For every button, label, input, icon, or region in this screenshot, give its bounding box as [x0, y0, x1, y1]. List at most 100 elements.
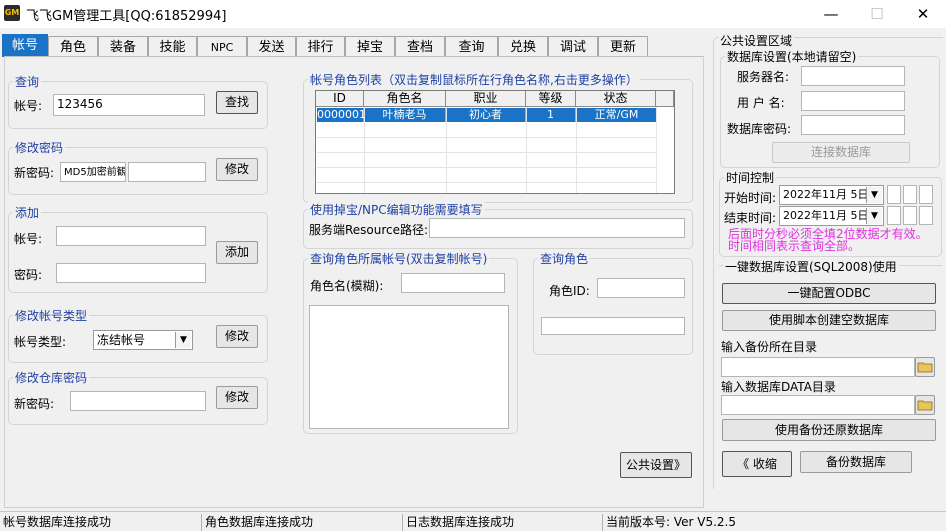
chevron-down-icon: ▼ [866, 208, 882, 224]
tab-exchange[interactable]: 兑换 [498, 36, 548, 57]
start-time-label: 开始时间: [724, 191, 777, 205]
warehouse-password-input[interactable] [70, 391, 206, 411]
change-password-group-label: 修改密码 [13, 139, 66, 156]
add-button[interactable]: 添加 [216, 241, 258, 264]
public-settings-button[interactable]: 公共设置》 [620, 452, 692, 478]
tab-skill[interactable]: 技能 [148, 36, 197, 57]
end-time-label: 结束时间: [724, 211, 777, 225]
config-odbc-button[interactable]: 一键配置ODBC [722, 283, 936, 304]
add-account-input[interactable] [56, 226, 206, 246]
role-id-label: 角色ID: [549, 284, 590, 298]
account-search-input[interactable]: 123456 [53, 94, 205, 116]
restore-db-button[interactable]: 使用备份还原数据库 [722, 419, 936, 441]
end-date-picker[interactable]: 2022年11月 5日 ▼ [779, 206, 884, 226]
column-header-level[interactable]: 等级 [526, 91, 576, 107]
backup-dir-label: 输入备份所在目录 [721, 340, 818, 354]
tab-debug[interactable]: 调试 [548, 36, 598, 57]
title-bar: GM 飞飞GM管理工具[QQ:61852994] — ☐ ✕ [0, 0, 946, 28]
new-password-label: 新密码: [14, 166, 55, 180]
start-second-input[interactable] [919, 185, 933, 204]
change-password-button[interactable]: 修改 [216, 158, 258, 181]
collapse-button[interactable]: 《 收缩 [722, 451, 792, 477]
grid-line [317, 152, 657, 153]
connect-db-button[interactable]: 连接数据库 [772, 142, 910, 163]
username-label: 用 户 名: [737, 96, 785, 110]
status-account-db: 帐号数据库连接成功 [0, 514, 202, 531]
tab-query[interactable]: 查询 [445, 36, 498, 57]
role-list-grid[interactable]: ID 角色名 职业 等级 状态 0000001 叶楠老马 初心者 1 正常/GM [315, 90, 675, 194]
status-log-db: 日志数据库连接成功 [403, 514, 603, 531]
end-second-input[interactable] [919, 206, 933, 225]
column-header-job[interactable]: 职业 [446, 91, 526, 107]
role-name-fuzzy-input[interactable] [401, 273, 505, 293]
tab-send[interactable]: 发送 [247, 36, 296, 57]
grid-line [364, 107, 365, 193]
server-name-input[interactable] [801, 66, 905, 86]
query-role-account-group-label: 查询角色所属帐号(双击复制帐号) [308, 250, 490, 267]
time-note-same: 时间相同表示查询全部。 [728, 239, 861, 253]
grid-line [656, 107, 657, 193]
add-password-input[interactable] [56, 263, 206, 283]
browse-data-dir-button[interactable] [915, 395, 935, 415]
end-hour-input[interactable] [887, 206, 901, 225]
start-date-picker[interactable]: 2022年11月 5日 ▼ [779, 185, 884, 205]
tab-rank[interactable]: 排行 [296, 36, 345, 57]
account-type-select[interactable]: 冻结帐号 ▼ [93, 330, 193, 350]
account-type-group-label: 修改帐号类型 [13, 307, 90, 324]
tab-archive[interactable]: 查档 [395, 36, 445, 57]
role-query-result-input[interactable] [541, 317, 685, 335]
grid-line [446, 107, 447, 193]
data-dir-input[interactable] [721, 395, 915, 415]
tab-drop[interactable]: 掉宝 [345, 36, 395, 57]
new-password-hash-input[interactable] [128, 162, 206, 182]
maximize-button[interactable]: ☐ [854, 0, 900, 28]
query-role-group: 查询角色 [533, 250, 693, 355]
column-header-filler [656, 91, 674, 107]
start-minute-input[interactable] [903, 185, 917, 204]
column-header-id[interactable]: ID [316, 91, 364, 107]
onekey-db-group-label: 一键数据库设置(SQL2008)使用 [723, 258, 899, 275]
table-row[interactable]: 0000001 叶楠老马 初心者 1 正常/GM [317, 108, 657, 122]
grid-line [317, 167, 657, 168]
username-input[interactable] [801, 91, 905, 111]
tab-role[interactable]: 角色 [48, 36, 98, 57]
status-role-db: 角色数据库连接成功 [202, 514, 403, 531]
column-header-status[interactable]: 状态 [576, 91, 656, 107]
minimize-button[interactable]: — [808, 0, 854, 28]
cell-level: 1 [526, 108, 576, 122]
folder-icon [917, 362, 933, 373]
query-role-group-label: 查询角色 [538, 250, 591, 267]
find-button[interactable]: 查找 [216, 91, 258, 114]
grid-line [526, 107, 527, 193]
change-account-type-button[interactable]: 修改 [216, 325, 258, 348]
app-icon: GM [4, 5, 20, 21]
close-button[interactable]: ✕ [900, 0, 946, 28]
tab-account[interactable]: 帐号 [2, 34, 48, 57]
status-bar: 帐号数据库连接成功 角色数据库连接成功 日志数据库连接成功 当前版本号: Ver… [0, 511, 946, 531]
window-title: 飞飞GM管理工具[QQ:61852994] [26, 9, 227, 24]
change-warehouse-password-button[interactable]: 修改 [216, 386, 258, 409]
cell-job: 初心者 [446, 108, 526, 122]
tab-npc[interactable]: NPC [197, 36, 247, 57]
resource-path-input[interactable] [429, 218, 685, 238]
tab-update[interactable]: 更新 [598, 36, 648, 57]
column-header-name[interactable]: 角色名 [364, 91, 446, 107]
backup-dir-input[interactable] [721, 357, 915, 377]
account-label: 帐号: [14, 99, 43, 113]
grid-line [317, 182, 657, 183]
end-minute-input[interactable] [903, 206, 917, 225]
new-password-input[interactable]: MD5加密前観 [60, 162, 126, 182]
start-hour-input[interactable] [887, 185, 901, 204]
role-account-result-list[interactable] [309, 305, 509, 429]
tab-equipment[interactable]: 装备 [98, 36, 148, 57]
cell-name: 叶楠老马 [364, 108, 446, 122]
db-password-input[interactable] [801, 115, 905, 135]
create-empty-db-button[interactable]: 使用脚本创建空数据库 [722, 310, 936, 331]
public-settings-title: 公共设置区域 [718, 32, 795, 49]
start-date-value: 2022年11月 5日 [783, 188, 869, 201]
account-type-value: 冻结帐号 [97, 333, 146, 347]
role-id-input[interactable] [597, 278, 685, 298]
add-password-label: 密码: [14, 268, 43, 282]
backup-db-button[interactable]: 备份数据库 [800, 451, 912, 473]
browse-backup-dir-button[interactable] [915, 357, 935, 377]
